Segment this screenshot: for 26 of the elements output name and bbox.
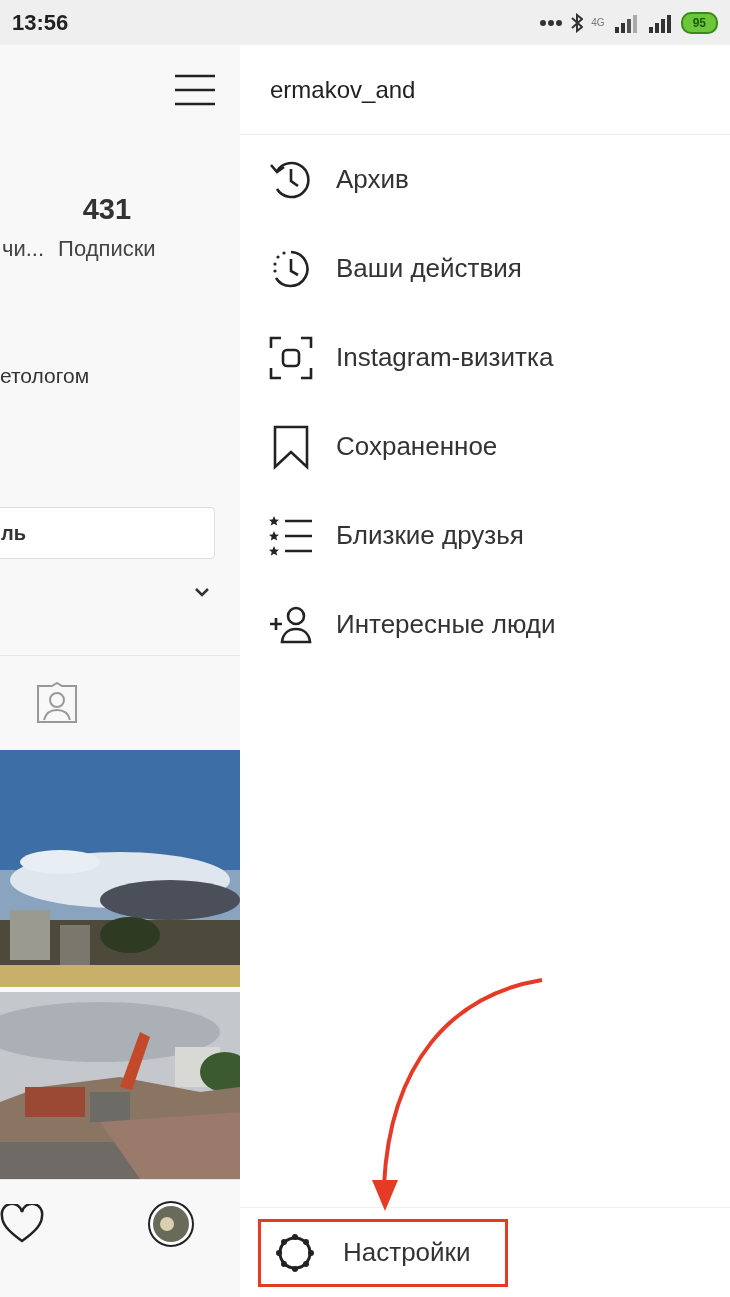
menu-item[interactable]: Архив xyxy=(240,135,730,224)
battery-indicator: 95 xyxy=(680,11,718,34)
clock-time: 13:56 xyxy=(12,9,69,37)
menu-item[interactable]: Ваши действия xyxy=(240,224,730,313)
stat-label: Подписки xyxy=(58,235,156,263)
settings-button[interactable]: Настройки xyxy=(258,1218,508,1287)
stat-count: 431 xyxy=(82,195,132,224)
scan-frame-icon xyxy=(268,334,314,381)
menu-item[interactable]: Интересные люди xyxy=(240,580,730,669)
network-label: 4G xyxy=(591,16,605,30)
stat-label: чи... xyxy=(2,235,45,263)
bluetooth-icon xyxy=(571,12,584,33)
signal-icon xyxy=(646,12,673,33)
menu-item[interactable]: Instagram-визитка xyxy=(240,313,730,402)
dots-icon xyxy=(539,18,564,27)
tagged-photos-icon[interactable] xyxy=(35,681,79,724)
menu-item[interactable]: Близкие друзья xyxy=(240,491,730,580)
username: ermakov_and xyxy=(270,74,416,105)
menu-icon[interactable] xyxy=(174,73,216,107)
chevron-down-icon[interactable] xyxy=(194,586,210,597)
bio-text: етологом xyxy=(0,364,90,387)
signal-icon xyxy=(612,12,639,33)
menu-item[interactable]: Сохраненное xyxy=(240,402,730,491)
avatar-icon[interactable] xyxy=(147,1200,195,1248)
heart-icon[interactable] xyxy=(0,1204,44,1244)
edit-profile-button[interactable]: ль xyxy=(0,506,215,559)
